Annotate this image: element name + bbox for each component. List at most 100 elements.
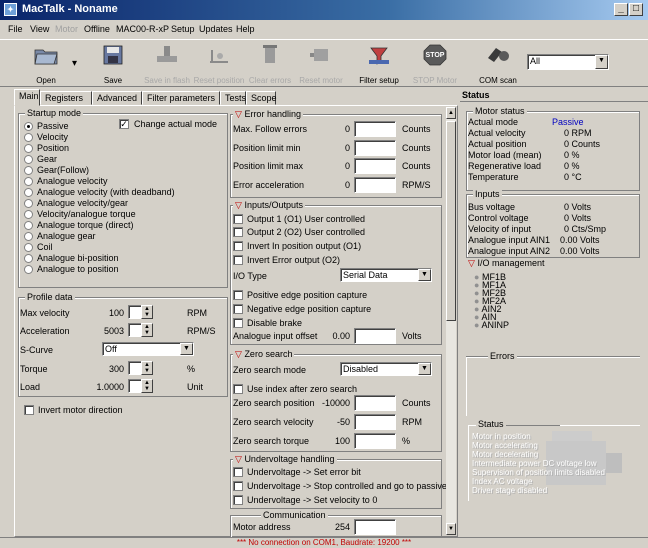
error-acceleration-field[interactable]: [354, 177, 396, 193]
status-pane: Status Motor status Actual mode Passive …: [460, 89, 648, 537]
radio-analogue-velocity-gear[interactable]: [24, 199, 33, 208]
chevron-down-icon[interactable]: ▼: [418, 269, 431, 281]
max-velocity-field[interactable]: [128, 305, 142, 319]
position-limit-max-field[interactable]: [354, 158, 396, 174]
motor-address-field[interactable]: [354, 519, 396, 535]
stop-motor-button[interactable]: STOP STOP Motor: [413, 42, 457, 86]
menu-view[interactable]: View: [30, 24, 49, 34]
invert-error-output-checkbox[interactable]: [233, 255, 243, 265]
scroll-up-icon[interactable]: ▲: [446, 107, 456, 119]
zero-search-velocity-field[interactable]: [354, 414, 396, 430]
open-dropdown-icon[interactable]: ▾: [72, 58, 77, 69]
radio-position[interactable]: [24, 144, 33, 153]
scroll-thumb[interactable]: [446, 121, 456, 321]
use-index-checkbox[interactable]: [233, 384, 243, 394]
max-velocity-value: 100: [108, 308, 124, 318]
collapse-triangle-icon[interactable]: ▽: [235, 454, 242, 464]
output1-user-controlled-checkbox[interactable]: [233, 214, 243, 224]
zero-search-torque-field[interactable]: [354, 433, 396, 449]
menu-help[interactable]: Help: [236, 24, 255, 34]
status-flag-position-limits: Supervision of position limits disabled: [472, 468, 605, 477]
save-in-flash-button[interactable]: Save in flash: [144, 42, 190, 86]
com-scan-button[interactable]: COM scan: [476, 42, 520, 86]
menu-motor[interactable]: Motor: [55, 24, 78, 34]
reset-position-button[interactable]: Reset position: [194, 42, 244, 86]
radio-analogue-gear[interactable]: [24, 232, 33, 241]
port-select[interactable]: All ▼: [527, 54, 609, 70]
tab-tests[interactable]: Tests: [220, 91, 246, 105]
s-curve-select[interactable]: Off ▼: [102, 342, 194, 356]
disable-brake-checkbox[interactable]: [233, 318, 243, 328]
scroll-down-icon[interactable]: ▼: [446, 523, 456, 535]
change-actual-mode-label: Change actual mode: [134, 119, 218, 129]
tab-advanced[interactable]: Advanced: [92, 91, 142, 105]
tab-scope[interactable]: Scope: [246, 91, 277, 105]
clear-errors-button[interactable]: Clear errors: [249, 42, 291, 86]
position-limit-min-unit: Counts: [402, 143, 431, 153]
load-field[interactable]: [128, 379, 142, 393]
acceleration-spinner[interactable]: ▲ ▼: [141, 323, 153, 337]
radio-passive[interactable]: [24, 122, 33, 131]
radio-velocity-label: Velocity: [37, 132, 69, 142]
invert-in-position-checkbox[interactable]: [233, 241, 243, 251]
menu-offline[interactable]: Offline: [84, 24, 110, 34]
io-type-select[interactable]: Serial Data ▼: [340, 268, 432, 282]
negative-edge-capture-checkbox[interactable]: [233, 304, 243, 314]
maximize-button[interactable]: □: [629, 3, 643, 16]
s-curve-value: Off: [105, 344, 117, 354]
chevron-down-icon[interactable]: ▼: [595, 55, 608, 69]
actual-position-label: Actual position: [468, 139, 527, 149]
open-button[interactable]: Open: [28, 42, 64, 86]
output2-user-controlled-checkbox[interactable]: [233, 227, 243, 237]
motor-load-label: Motor load (mean): [468, 150, 542, 160]
undervoltage-velocity-zero-checkbox[interactable]: [233, 495, 243, 505]
radio-gear[interactable]: [24, 155, 33, 164]
radio-gear-follow[interactable]: [24, 166, 33, 175]
tab-filter-parameters[interactable]: Filter parameters: [142, 91, 220, 105]
acceleration-field[interactable]: [128, 323, 142, 337]
max-velocity-spinner[interactable]: ▲ ▼: [141, 305, 153, 319]
change-actual-mode-checkbox[interactable]: ✓: [119, 119, 129, 129]
collapse-triangle-icon[interactable]: ▽: [468, 258, 475, 268]
tab-registers[interactable]: Registers: [40, 91, 92, 105]
save-button[interactable]: Save: [98, 42, 128, 86]
radio-coil[interactable]: [24, 243, 33, 252]
radio-analogue-velocity[interactable]: [24, 177, 33, 186]
actual-position-value: 0 Counts: [564, 139, 601, 149]
radio-analogue-torque-direct[interactable]: [24, 221, 33, 230]
position-limit-min-field[interactable]: [354, 140, 396, 156]
max-follow-errors-field[interactable]: [354, 121, 396, 137]
reset-motor-button[interactable]: Reset motor: [299, 42, 343, 86]
invert-in-position-label: Invert In position output (O1): [247, 241, 362, 251]
load-spinner[interactable]: ▲ ▼: [141, 379, 153, 393]
menu-file[interactable]: File: [8, 24, 23, 34]
torque-field[interactable]: [128, 361, 142, 375]
positive-edge-capture-checkbox[interactable]: [233, 290, 243, 300]
menu-mac00[interactable]: MAC00-R-xP: [116, 24, 169, 34]
zero-search-mode-select[interactable]: Disabled ▼: [340, 362, 432, 376]
torque-spinner[interactable]: ▲ ▼: [141, 361, 153, 375]
invert-direction-checkbox[interactable]: [24, 405, 34, 415]
undervoltage-error-bit-checkbox[interactable]: [233, 467, 243, 477]
zero-search-mode-label: Zero search mode: [233, 365, 307, 375]
menu-setup[interactable]: Setup: [171, 24, 195, 34]
main-vertical-scrollbar[interactable]: ▲ ▼: [446, 107, 456, 535]
zero-search-position-field[interactable]: [354, 395, 396, 411]
radio-velocity[interactable]: [24, 133, 33, 142]
menu-updates[interactable]: Updates: [199, 24, 233, 34]
collapse-triangle-icon[interactable]: ▽: [235, 200, 242, 210]
chevron-down-icon[interactable]: ▼: [180, 343, 193, 355]
undervoltage-stop-checkbox[interactable]: [233, 481, 243, 491]
radio-velocity-analogue-torque[interactable]: [24, 210, 33, 219]
minimize-button[interactable]: _: [614, 3, 628, 16]
position-limit-min-value: 0: [344, 143, 350, 153]
filter-setup-button[interactable]: Filter setup: [357, 42, 401, 86]
collapse-triangle-icon[interactable]: ▽: [235, 349, 242, 359]
radio-analogue-to-position[interactable]: [24, 265, 33, 274]
radio-analogue-velocity-deadband[interactable]: [24, 188, 33, 197]
collapse-triangle-icon[interactable]: ▽: [235, 109, 242, 119]
radio-analogue-bi-position[interactable]: [24, 254, 33, 263]
tab-main[interactable]: Main: [14, 89, 40, 106]
analogue-offset-field[interactable]: [354, 328, 396, 344]
chevron-down-icon[interactable]: ▼: [418, 363, 431, 375]
